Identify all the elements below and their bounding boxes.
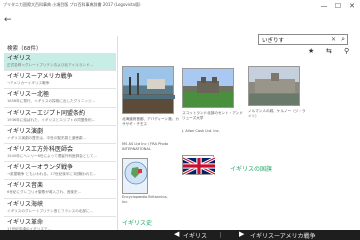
item-title: イギリスーオランダ戦争 (7, 164, 74, 172)
list-item[interactable]: イギリスーアメリカ戦争 →アメリカーイギリス戦争 (4, 71, 116, 90)
item-desc: イギリスのグレートブリテン島とフランスの北部に... (7, 208, 94, 213)
title-bar: ブリタニカ国際大百科事典 小項目版 プロ百科事典辞書 2017 (Logovis… (0, 0, 360, 13)
maximize-button[interactable]: ☐ (333, 1, 343, 11)
prev-entry-link[interactable]: イギリス (183, 231, 207, 240)
photo-caption: ノルマン人の城、ケルノー（ジ・ライト） (248, 109, 306, 118)
item-title: イギリス海峡 (7, 200, 44, 208)
item-title: イギリス演劇 (7, 127, 44, 135)
window-title: ブリタニカ国際大百科事典 小項目版 プロ百科事典辞書 2017 (Logovis… (3, 2, 141, 7)
photo-caption: スコットランド北部のセント・アンドリューズ大学 (182, 111, 243, 120)
bookmark-icon[interactable]: ⇆ (326, 47, 332, 55)
next-arrow-icon[interactable]: ▶ (239, 230, 244, 238)
item-desc: →英蘭戦争 ともいわれる。17世紀後半に3回戦われた... (7, 172, 97, 177)
photo-credit: Encyclopædia Britannica, Inc. (122, 195, 168, 204)
nav-divider (220, 232, 221, 238)
item-title: イギリス (7, 55, 32, 62)
list-item[interactable]: イギリス 正式名称＝グレートブリテンおよび北アイルランド... (4, 53, 116, 72)
flag-label: イギリスの国旗 (230, 166, 273, 173)
bottom-nav-bar: ◀ イギリス ▶ イギリスーアメリカ戦争 (0, 230, 360, 240)
union-jack-flag[interactable] (182, 155, 216, 176)
prev-arrow-icon[interactable]: ◀ (174, 230, 179, 238)
item-desc: 1858年に発行、イギリスの探検に出したグリニッジ... (7, 99, 96, 104)
search-icon[interactable]: ⌕ (341, 35, 345, 44)
list-item[interactable]: イギリス海峡 イギリスのグレートブリテン島とフランスの北部に... (4, 199, 116, 217)
clear-icon[interactable]: ✕ (331, 36, 336, 43)
close-button[interactable]: ✕ (347, 1, 357, 11)
toolbar: ← (0, 13, 360, 32)
item-desc: 正式名称＝グレートブリテンおよび北アイルランド... (7, 63, 93, 67)
settings-icon[interactable]: ⚲ (344, 47, 349, 55)
list-item[interactable]: イギリス音楽 6世紀にグレゴリオ聖歌が導入され、音楽史... (4, 180, 116, 199)
item-title: イギリス革命 (7, 218, 44, 226)
item-desc: イギリス演劇の歴史は、中世の聖史劇と道徳劇... (7, 135, 86, 140)
photo-credit: MS AS Ltd Inc / FRA Photo INTERNATIONAL (122, 142, 169, 151)
item-title: イギリスーエジプト同盟条約 (7, 109, 86, 117)
item-desc: 6世紀にグレゴリオ聖歌が導入され、音楽史... (7, 190, 82, 195)
next-entry-link[interactable]: イギリスーアメリカ戦争 (250, 231, 315, 240)
item-desc: 1936年に結ばれた、イギリスとエジプトの同盟条約... (7, 117, 96, 122)
section-heading: イギリス史 (122, 220, 153, 227)
city-photo[interactable] (248, 66, 300, 106)
list-item[interactable]: イギリスエ方外科医師会 1540年にヘンリー8世によって理髪外科医師会として..… (4, 144, 116, 163)
list-item[interactable]: イギリスーエジプト同盟条約 1936年に結ばれた、イギリスとエジプトの同盟条約.… (4, 108, 116, 126)
search-query: いぎりす (262, 38, 285, 44)
item-desc: →アメリカーイギリス戦争 (7, 81, 50, 86)
photo-credit: J. Allan Cash Ltd. Inc. (182, 129, 220, 133)
results-list: イギリス 正式名称＝グレートブリテンおよび北アイルランド... イギリスーアメリ… (4, 53, 116, 235)
harbor-photo[interactable] (122, 66, 175, 114)
globe-map[interactable] (122, 158, 148, 194)
results-panel: 検索（68件） イギリス 正式名称＝グレートブリテンおよび北アイルランド... … (0, 36, 118, 235)
results-heading: 検索（68件） (7, 46, 42, 52)
back-arrow-icon[interactable]: ← (4, 15, 12, 25)
castle-photo[interactable] (182, 68, 234, 108)
item-title: イギリスエ方外科医師会 (7, 145, 74, 153)
minimize-button[interactable]: — (319, 1, 329, 11)
search-input[interactable]: いぎりす ✕ ⌕ (258, 34, 348, 45)
list-item[interactable]: イギリスーオランダ戦争 →英蘭戦争 ともいわれる。17世紀後半に3回戦われた..… (4, 162, 116, 181)
list-item[interactable]: イギリス演劇 イギリス演劇の歴史は、中世の聖史劇と道徳劇... (4, 126, 116, 144)
article-content: 北海道府首都、アバディーン港。カササギ・チ王ス スコットランド北部のセント・アン… (118, 58, 360, 230)
list-item[interactable]: イギリスー北極 1858年に発行、イギリスの探検に出したグリニッジ... (4, 89, 116, 108)
item-desc: 1540年にヘンリー8世によって理髪外科医師会として... (7, 153, 97, 158)
photo-caption: 北海道府首都、アバディーン港。カササギ・チ王ス (122, 117, 179, 126)
star-icon[interactable]: ★ (308, 47, 314, 55)
item-title: イギリスーアメリカ戦争 (7, 73, 73, 81)
action-icons: ★ ⇆ ⚲ (300, 47, 356, 57)
